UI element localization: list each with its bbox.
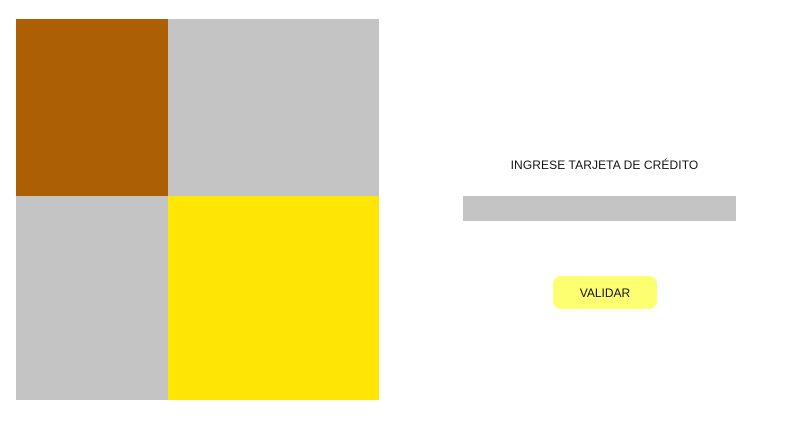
validate-button[interactable]: VALIDAR [553,276,657,309]
card-prompt-label: INGRESE TARJETA DE CRÉDITO [510,158,699,172]
color-tile-bottom-right [168,196,379,400]
credit-card-input[interactable] [463,196,736,221]
color-tile-top-right [168,19,379,196]
color-tile-top-left [16,19,168,196]
color-tile-bottom-left [16,196,168,400]
